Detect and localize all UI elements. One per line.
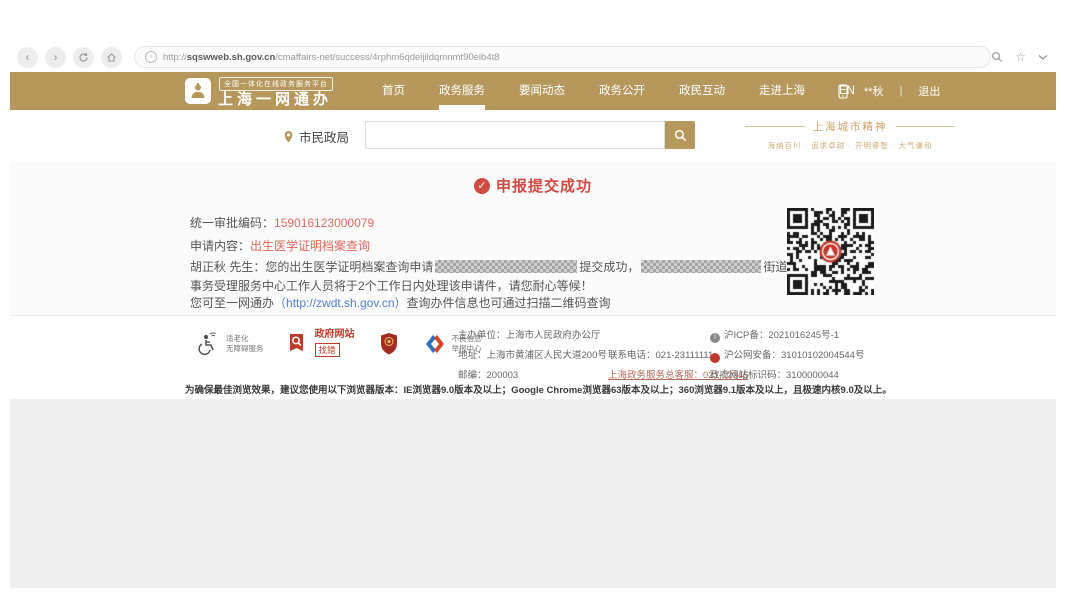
approval-number-value: 159016123000079 bbox=[274, 216, 374, 230]
footer-site-code: 政府网站标识码：3100000044 bbox=[710, 370, 839, 381]
main-nav: 首页 政务服务 要闻动态 政务公开 政民互动 走进上海 EN bbox=[365, 72, 872, 110]
search-icon bbox=[674, 129, 687, 142]
request-content-value: 出生医学证明档案查询 bbox=[250, 239, 370, 253]
search-header: 市民政局 上海城市精神 海纳百川 · 追求卓越 · 开明睿智 · 大气谦和 bbox=[10, 110, 1056, 162]
logout-link[interactable]: 退出 bbox=[918, 83, 940, 99]
page-footer: 适老化 无障碍服务 政府网站 找错 bbox=[10, 315, 1056, 399]
nav-item-interaction[interactable]: 政民互动 bbox=[662, 72, 742, 110]
mobile-phone-icon[interactable] bbox=[838, 84, 848, 99]
result-message: 胡正秋 先生：您的出生医学证明档案查询申请提交成功，街道社区事务受理服务中心工作… bbox=[190, 258, 818, 296]
qr-code bbox=[787, 208, 874, 295]
nav-item-about-shanghai[interactable]: 走进上海 bbox=[742, 72, 822, 110]
request-content-row: 申请内容：出生医学证明档案查询 bbox=[190, 237, 370, 254]
accessibility-label-1: 适老化 bbox=[226, 334, 264, 344]
user-name[interactable]: **秋 bbox=[864, 83, 884, 99]
footer-icp[interactable]: 沪ICP备：2021016245号-1 bbox=[724, 330, 839, 341]
url-host: sqswweb.sh.gov.cn bbox=[187, 52, 276, 63]
divider: | bbox=[900, 85, 903, 97]
zwdt-link[interactable]: （http://zwdt.sh.gov.cn） bbox=[274, 296, 407, 310]
gov-emblem-logo[interactable] bbox=[379, 332, 399, 356]
home-icon bbox=[106, 52, 117, 63]
nav-item-services[interactable]: 政务服务 bbox=[422, 72, 502, 110]
qr-code-block bbox=[787, 208, 874, 295]
accessibility-service-logo[interactable]: 适老化 无障碍服务 bbox=[195, 332, 264, 356]
top-navbar: 全国一体化在线政务服务平台 上海一网通办 首页 政务服务 要闻动态 政务公开 政… bbox=[10, 72, 1056, 110]
footer-police-record[interactable]: 沪公网安备：31010102004544号 bbox=[724, 350, 864, 361]
redacted-block-2 bbox=[641, 260, 761, 273]
police-badge-icon: ● bbox=[710, 353, 720, 363]
report-center-diamond-icon bbox=[423, 333, 447, 355]
site-info-icon[interactable]: i bbox=[145, 51, 157, 63]
site-logo bbox=[185, 78, 211, 104]
browser-toolbar: ‹ › i http://sqswweb.sh.gov.cn/cmaffairs… bbox=[10, 42, 1056, 72]
search-button[interactable] bbox=[665, 121, 695, 149]
footer-address: 地址：上海市黄浦区人民大道200号 bbox=[458, 346, 607, 366]
chevron-down-icon[interactable] bbox=[1038, 54, 1048, 61]
query-hint-2: 查询办件信息也可通过扫描二维码查询 bbox=[407, 296, 611, 310]
reload-button[interactable] bbox=[73, 47, 94, 68]
department-name: 市民政局 bbox=[299, 127, 349, 146]
message-text-2: 提交成功， bbox=[579, 260, 639, 274]
department-selector[interactable]: 市民政局 bbox=[283, 127, 349, 146]
nav-item-news[interactable]: 要闻动态 bbox=[502, 72, 582, 110]
error-report-label-2: 找错 bbox=[315, 343, 340, 357]
url-scheme: http:// bbox=[163, 52, 187, 63]
query-hint-row: 您可至一网通办（http://zwdt.sh.gov.cn）查询办件信息也可通过… bbox=[190, 294, 611, 311]
brand-title: 上海一网通办 bbox=[218, 88, 332, 109]
icp-info-icon: i bbox=[710, 333, 720, 343]
city-spirit-block: 上海城市精神 海纳百川 · 追求卓越 · 开明睿智 · 大气谦和 bbox=[745, 119, 955, 151]
city-spirit-slogan: 海纳百川 · 追求卓越 · 开明睿智 · 大气谦和 bbox=[745, 140, 955, 151]
yiwangtongban-logo-icon bbox=[188, 81, 208, 101]
reload-icon bbox=[78, 52, 89, 63]
result-panel: ✓ 申报提交成功 统一审批编码：159016123000079 申请内容：出生医… bbox=[10, 162, 1056, 315]
city-spirit-title: 上海城市精神 bbox=[745, 119, 955, 134]
message-text-1: 胡正秋 先生：您的出生医学证明档案查询申请 bbox=[190, 260, 433, 274]
wheelchair-accessibility-icon bbox=[195, 332, 221, 356]
success-title: 申报提交成功 bbox=[496, 175, 592, 196]
zoom-icon[interactable] bbox=[991, 51, 1003, 63]
forward-button[interactable]: › bbox=[45, 47, 66, 68]
redacted-block-1 bbox=[435, 260, 577, 273]
nav-item-home[interactable]: 首页 bbox=[365, 72, 422, 110]
address-bar[interactable]: i http://sqswweb.sh.gov.cn/cmaffairs-net… bbox=[134, 46, 991, 68]
red-shield-emblem-icon bbox=[379, 332, 399, 356]
request-content-label: 申请内容： bbox=[190, 239, 250, 253]
url-path: /cmaffairs-net/success/4rphm6qdeijildqmn… bbox=[275, 52, 499, 63]
footer-organizer: 主办单位：上海市人民政府办公厅 bbox=[458, 326, 607, 346]
approval-number-row: 统一审批编码：159016123000079 bbox=[190, 214, 374, 231]
search-input[interactable] bbox=[365, 121, 665, 149]
success-check-icon: ✓ bbox=[474, 178, 490, 194]
query-hint-1: 您可至一网通办 bbox=[190, 296, 274, 310]
bookmark-star-icon[interactable]: ☆ bbox=[1015, 50, 1026, 64]
approval-number-label: 统一审批编码： bbox=[190, 216, 274, 230]
gov-site-error-report-logo[interactable]: 政府网站 找错 bbox=[288, 329, 355, 358]
error-report-label-1: 政府网站 bbox=[315, 329, 355, 340]
page-background-area bbox=[10, 399, 1056, 588]
error-finder-magnifier-icon bbox=[288, 332, 310, 356]
home-button[interactable] bbox=[101, 47, 122, 68]
nav-item-disclosure[interactable]: 政务公开 bbox=[582, 72, 662, 110]
accessibility-label-2: 无障碍服务 bbox=[226, 344, 264, 354]
browser-compatibility-note: 为确保最佳浏览效果，建议您使用以下浏览器版本：IE浏览器9.0版本及以上；Goo… bbox=[185, 382, 892, 396]
back-button[interactable]: ‹ bbox=[17, 47, 38, 68]
location-pin-icon bbox=[283, 130, 294, 144]
